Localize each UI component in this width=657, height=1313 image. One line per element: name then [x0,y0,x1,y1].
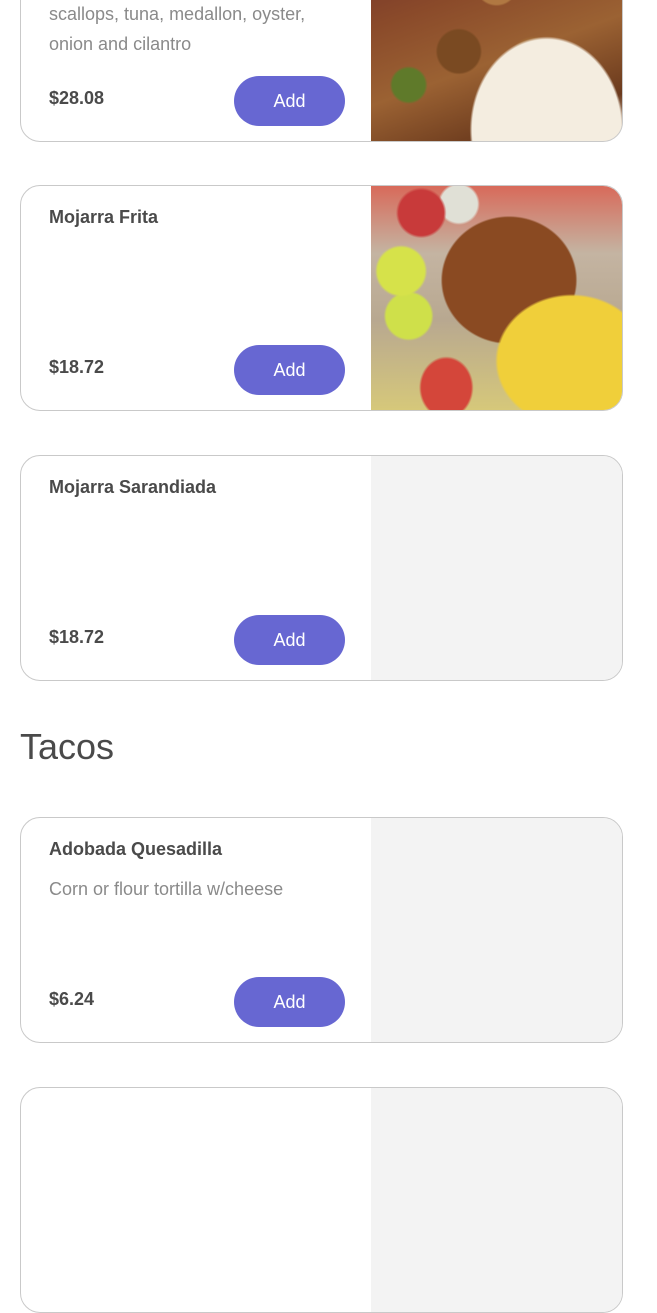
menu-item-card[interactable]: Mojarra Sarandiada $18.72 Add [20,455,623,681]
menu-item-description: Corn or flour tortilla w/cheese [49,879,284,899]
menu-item-name: Mojarra Sarandiada [49,477,217,497]
menu-item-name: Mojarra Frita [49,207,159,227]
section-title: Tacos [20,726,115,767]
menu-item-card[interactable] [20,1087,623,1313]
menu-item-description: scallops, tuna, medallon, oyster, onion … [49,4,306,54]
menu-item-card[interactable]: Adobada Quesadilla Corn or flour tortill… [20,817,623,1043]
menu-item-card[interactable]: scallops, tuna, medallon, oyster, onion … [20,0,623,142]
menu-item-price: $28.08 [49,88,105,108]
menu-item-image [371,0,622,141]
menu-item-image-placeholder [371,818,622,1042]
menu-item-price: $18.72 [49,627,105,647]
add-button[interactable]: Add [234,977,345,1027]
menu-item-price: $6.24 [49,989,95,1009]
add-button[interactable]: Add [234,345,345,395]
menu-item-card[interactable]: Mojarra Frita $18.72 Add [20,185,623,411]
menu-item-image-placeholder [371,1088,622,1312]
menu-item-image [371,186,622,410]
menu-item-name: Adobada Quesadilla [49,839,223,859]
add-button[interactable]: Add [234,615,345,665]
add-button[interactable]: Add [234,76,345,126]
menu-item-image-placeholder [371,456,622,680]
menu-item-price: $18.72 [49,357,105,377]
